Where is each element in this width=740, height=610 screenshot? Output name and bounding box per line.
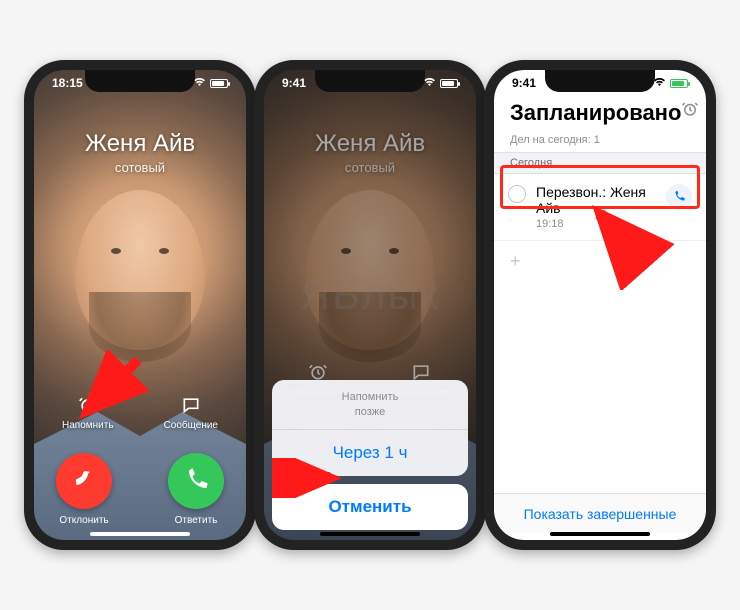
reminder-time: 19:18 xyxy=(536,218,656,230)
message-label: Сообщение xyxy=(164,420,218,431)
remind-action-sheet: Напомнить позже Через 1 ч Отменить xyxy=(272,380,468,530)
sheet-option-1h[interactable]: Через 1 ч xyxy=(272,430,468,476)
alarm-clock-icon xyxy=(77,394,99,416)
status-time: 9:41 xyxy=(508,76,536,90)
show-completed-button[interactable]: Показать завершенные xyxy=(494,493,706,534)
message-button[interactable]: Сообщение xyxy=(164,394,218,431)
caller-type: сотовый xyxy=(34,160,246,175)
call-back-button[interactable] xyxy=(666,184,692,210)
complete-radio[interactable] xyxy=(508,185,526,203)
notch xyxy=(315,70,425,92)
accept-label: Ответить xyxy=(175,515,218,526)
three-phone-stage: 18:15 ▮▮▮▯ Женя Айв сотовый xyxy=(25,60,715,550)
phone-3-screen: 9:41 ▮▮▮▮ Запланировано Дел на сегодня: … xyxy=(494,70,706,540)
call-controls: Напомнить Сообщение Отклонить xyxy=(34,394,246,526)
battery-icon xyxy=(670,79,688,88)
phone-1-screen: 18:15 ▮▮▮▯ Женя Айв сотовый xyxy=(34,70,246,540)
page-title: Запланировано xyxy=(510,100,681,126)
home-indicator[interactable] xyxy=(90,532,190,536)
reminder-item[interactable]: Перезвон.: Женя Айв 19:18 xyxy=(494,174,706,241)
today-count: Дел на сегодня: 1 xyxy=(494,134,706,152)
phone-2-frame: 9:41 ▮▮▮▮ Женя Айв сотовый xyxy=(254,60,486,550)
notch xyxy=(545,70,655,92)
status-time: 18:15 xyxy=(48,76,83,90)
phone-1-frame: 18:15 ▮▮▮▯ Женя Айв сотовый xyxy=(24,60,256,550)
home-indicator[interactable] xyxy=(550,532,650,536)
message-icon xyxy=(180,394,202,416)
remind-me-button[interactable]: Напомнить xyxy=(62,394,114,431)
add-reminder-button[interactable]: + xyxy=(494,241,706,282)
accept-call-button[interactable]: Ответить xyxy=(168,453,224,526)
caller-name: Женя Айв xyxy=(34,130,246,158)
status-time: 9:41 xyxy=(278,76,306,90)
decline-label: Отклонить xyxy=(59,515,108,526)
phone-3-frame: 9:41 ▮▮▮▮ Запланировано Дел на сегодня: … xyxy=(484,60,716,550)
decline-call-button[interactable]: Отклонить xyxy=(56,453,112,526)
alarm-icon[interactable] xyxy=(681,100,699,123)
remind-label: Напомнить xyxy=(62,420,114,431)
decline-icon xyxy=(56,453,112,509)
home-indicator[interactable] xyxy=(320,532,420,536)
notch xyxy=(85,70,195,92)
battery-icon xyxy=(440,79,458,88)
accept-icon xyxy=(168,453,224,509)
phone-2-screen: 9:41 ▮▮▮▮ Женя Айв сотовый xyxy=(264,70,476,540)
section-today: Сегодня xyxy=(494,152,706,174)
sheet-cancel-button[interactable]: Отменить xyxy=(272,484,468,530)
reminder-title: Перезвон.: Женя Айв xyxy=(536,184,656,216)
caller-info: Женя Айв сотовый xyxy=(34,130,246,175)
battery-icon xyxy=(210,79,228,88)
sheet-header: Напомнить позже xyxy=(272,380,468,430)
